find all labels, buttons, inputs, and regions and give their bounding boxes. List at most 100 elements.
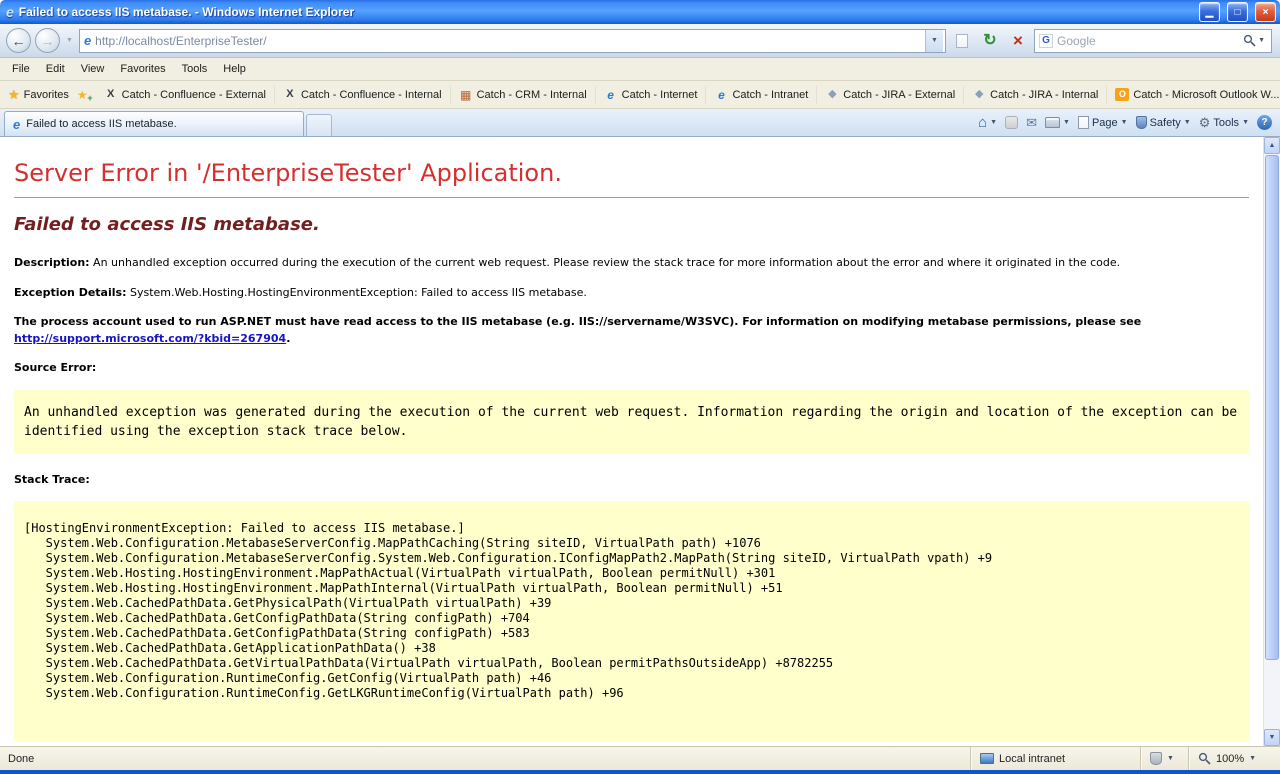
minimize-button[interactable]: ▁ xyxy=(1199,2,1220,22)
chevron-down-icon: ▼ xyxy=(990,119,997,126)
protected-mode-panel[interactable]: ▼ xyxy=(1140,747,1188,770)
refresh-icon: ↻ xyxy=(983,33,996,49)
zoom-control[interactable]: 100% ▼ xyxy=(1188,747,1280,770)
page-title: Server Error in '/EnterpriseTester' Appl… xyxy=(14,159,1249,187)
favorites-link[interactable]: e Catch - Intranet xyxy=(706,86,817,104)
scrollbar-track[interactable] xyxy=(1264,661,1280,729)
restore-button[interactable]: □ xyxy=(1227,2,1248,22)
metabase-note-text: The process account used to run ASP.NET … xyxy=(14,315,1141,328)
search-options-dropdown[interactable]: ▼ xyxy=(1258,37,1265,44)
shield-icon xyxy=(1150,752,1162,765)
favorites-link[interactable]: e Catch - Internet xyxy=(596,86,707,104)
menu-favorites[interactable]: Favorites xyxy=(112,60,173,78)
address-dropdown-button[interactable]: ▼ xyxy=(925,30,943,52)
read-mail-button[interactable]: ✉ xyxy=(1026,116,1037,129)
menu-file[interactable]: File xyxy=(4,60,38,78)
favorites-button[interactable]: ★ Favorites xyxy=(4,85,77,104)
restore-icon: □ xyxy=(1234,7,1240,18)
tools-menu-button[interactable]: ⚙Tools▼ xyxy=(1199,116,1249,129)
home-button[interactable]: ⌂▼ xyxy=(978,115,997,130)
scroll-up-button[interactable]: ▲ xyxy=(1264,137,1280,154)
menu-view[interactable]: View xyxy=(73,60,113,78)
feeds-button[interactable] xyxy=(1005,116,1018,129)
search-go-button[interactable]: ▼ xyxy=(1240,34,1268,47)
mail-icon: ✉ xyxy=(1026,116,1037,129)
note-suffix: . xyxy=(286,332,290,345)
recent-pages-dropdown[interactable]: ▼ xyxy=(64,37,75,44)
command-bar: ⌂▼ ✉ ▼ Page▼ Safety▼ ⚙Tools▼ ? xyxy=(978,112,1272,136)
favorites-link[interactable]: ▦ Catch - CRM - Internal xyxy=(451,86,596,104)
favorites-link-label: Catch - JIRA - Internal xyxy=(990,89,1098,101)
tab-bar: e Failed to access IIS metabase. ⌂▼ ✉ ▼ … xyxy=(0,109,1280,137)
safety-menu-button[interactable]: Safety▼ xyxy=(1136,116,1191,129)
favorites-link-label: Catch - Confluence - Internal xyxy=(301,89,442,101)
search-icon xyxy=(1243,34,1256,47)
home-icon: ⌂ xyxy=(978,115,987,130)
chevron-down-icon: ▼ xyxy=(1184,119,1191,126)
search-input[interactable] xyxy=(1057,34,1236,48)
google-icon: G xyxy=(1039,34,1053,48)
ie-favicon-icon: e xyxy=(714,89,728,101)
menu-edit[interactable]: Edit xyxy=(38,60,73,78)
favorites-link[interactable]: X Catch - Confluence - Internal xyxy=(275,86,451,104)
close-button[interactable]: × xyxy=(1255,2,1276,22)
error-subtitle: Failed to access IIS metabase. xyxy=(14,214,1249,235)
vertical-scrollbar[interactable]: ▲ ▼ xyxy=(1263,137,1280,746)
stop-button[interactable]: × xyxy=(1006,29,1030,53)
favorites-link[interactable]: O Catch - Microsoft Outlook W... xyxy=(1107,85,1280,104)
scroll-down-button[interactable]: ▼ xyxy=(1264,729,1280,746)
page-menu-button[interactable]: Page▼ xyxy=(1078,116,1128,129)
favorites-link[interactable]: X Catch - Confluence - External xyxy=(96,86,275,104)
address-input[interactable] xyxy=(95,34,921,48)
outlook-favicon-icon: O xyxy=(1115,88,1129,101)
scrollbar-thumb[interactable] xyxy=(1265,155,1279,660)
favorites-link-label: Catch - Confluence - External xyxy=(122,89,266,101)
refresh-button[interactable]: ↻ xyxy=(978,29,1002,53)
jira-favicon-icon: ◆ xyxy=(825,89,839,100)
chevron-down-icon: ▼ xyxy=(931,37,938,44)
stack-trace-label-paragraph: Stack Trace: xyxy=(14,472,1249,489)
status-bar: Done Local intranet ▼ 100% ▼ xyxy=(0,746,1280,770)
close-icon: × xyxy=(1263,7,1269,18)
source-error-label: Source Error: xyxy=(14,361,96,374)
favorites-link[interactable]: ◆ Catch - JIRA - External xyxy=(817,86,964,104)
exception-paragraph: Exception Details: System.Web.Hosting.Ho… xyxy=(14,285,1249,302)
metabase-note-paragraph: The process account used to run ASP.NET … xyxy=(14,314,1249,347)
favorites-link-label: Catch - Intranet xyxy=(732,89,808,101)
chevron-down-icon: ▼ xyxy=(1249,755,1256,762)
add-to-favorites-bar-button[interactable]: ★+ xyxy=(77,89,88,101)
security-zone-label: Local intranet xyxy=(999,753,1065,765)
page-icon xyxy=(1078,116,1089,129)
new-tab-button[interactable] xyxy=(306,114,332,136)
favorites-link-label: Catch - JIRA - External xyxy=(843,89,955,101)
back-icon: ← xyxy=(12,33,26,49)
shield-icon xyxy=(1136,116,1147,129)
divider xyxy=(14,197,1249,198)
tab-failed-to-access-iis-metabase[interactable]: e Failed to access IIS metabase. xyxy=(4,111,304,136)
compatibility-view-button[interactable] xyxy=(950,29,974,53)
star-icon: ★ xyxy=(77,88,88,102)
confluence-favicon-icon: X xyxy=(283,89,297,100)
favorites-bar: ★ Favorites ★+ X Catch - Confluence - Ex… xyxy=(0,81,1280,109)
menu-tools[interactable]: Tools xyxy=(174,60,216,78)
chevron-down-icon: ▼ xyxy=(1242,119,1249,126)
forward-button[interactable]: → xyxy=(35,28,60,53)
plus-icon: + xyxy=(87,94,92,103)
menu-help[interactable]: Help xyxy=(215,60,254,78)
description-paragraph: Description: An unhandled exception occu… xyxy=(14,255,1249,272)
favorites-link[interactable]: ◆ Catch - JIRA - Internal xyxy=(964,86,1107,104)
chevron-down-icon: ▼ xyxy=(1121,119,1128,126)
description-label: Description: xyxy=(14,256,90,269)
back-button[interactable]: ← xyxy=(6,28,31,53)
browser-window: e Failed to access IIS metabase. - Windo… xyxy=(0,0,1280,774)
tab-title: Failed to access IIS metabase. xyxy=(26,118,176,130)
print-button[interactable]: ▼ xyxy=(1045,117,1070,128)
support-link[interactable]: http://support.microsoft.com/?kbid=26790… xyxy=(14,332,286,345)
search-box: G ▼ xyxy=(1034,29,1272,53)
favorites-link-label: Catch - Internet xyxy=(622,89,698,101)
safety-menu-label: Safety xyxy=(1150,117,1181,129)
menu-bar: File Edit View Favorites Tools Help xyxy=(0,58,1280,81)
chevron-down-icon: ▼ xyxy=(1167,755,1174,762)
stack-trace-box: [HostingEnvironmentException: Failed to … xyxy=(14,501,1249,741)
help-button[interactable]: ? xyxy=(1257,115,1272,130)
